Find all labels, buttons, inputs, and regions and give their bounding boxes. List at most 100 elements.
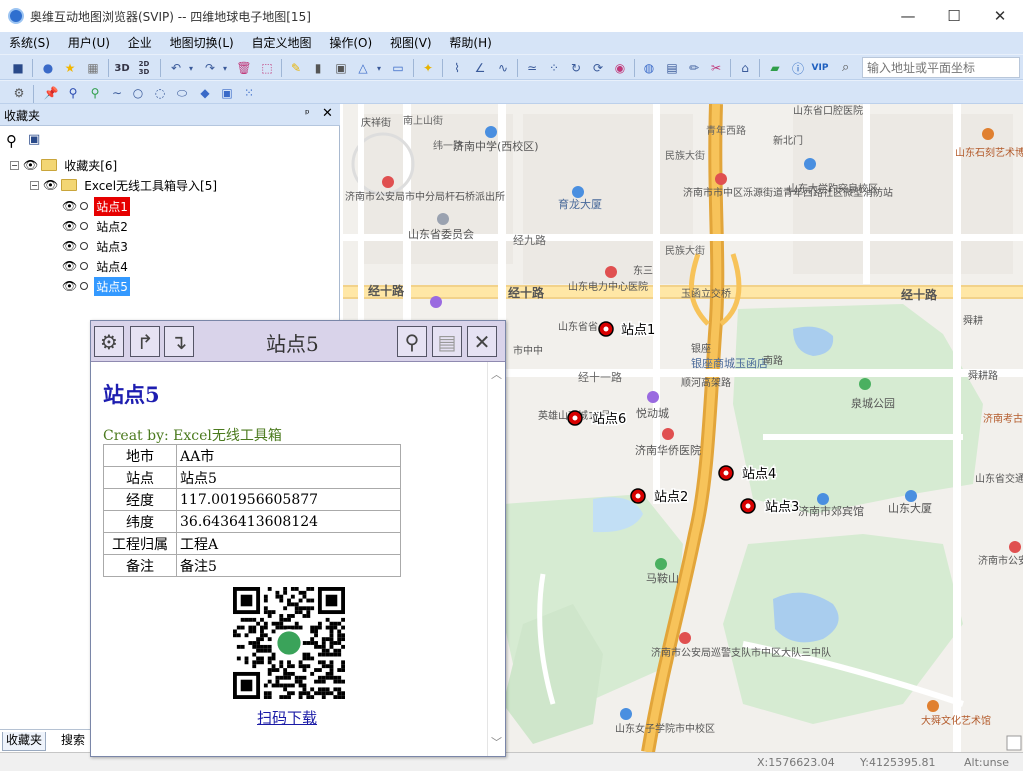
menu-help[interactable]: 帮助(H) bbox=[444, 32, 496, 54]
menu-user[interactable]: 用户(U) bbox=[63, 32, 115, 54]
building-icon[interactable]: ⌂ bbox=[736, 59, 754, 77]
pin-green-icon[interactable]: ⚲ bbox=[86, 84, 104, 102]
parallel-lines-icon[interactable]: ≃ bbox=[523, 59, 541, 77]
pin-blue-icon[interactable]: ⚲ bbox=[64, 84, 82, 102]
marker-dot-icon bbox=[80, 222, 89, 230]
rect-select-icon[interactable]: ▣ bbox=[218, 84, 236, 102]
image-icon[interactable]: ▤ bbox=[663, 59, 681, 77]
eye-icon[interactable]: 👁 bbox=[62, 199, 77, 213]
menu-system[interactable]: 系统(S) bbox=[4, 32, 55, 54]
select-box-icon[interactable]: ⬚ bbox=[258, 59, 276, 77]
site-marker-4[interactable]: 站点4 bbox=[718, 465, 778, 484]
eye-icon[interactable]: 👁 bbox=[62, 259, 77, 273]
maximize-button[interactable]: ☐ bbox=[931, 0, 977, 32]
minimize-button[interactable]: — bbox=[885, 0, 931, 32]
site-marker-3[interactable]: 站点3 bbox=[740, 498, 801, 517]
3d-view-button[interactable]: 3D bbox=[113, 59, 131, 77]
chevron-down-icon[interactable]: ▾ bbox=[216, 59, 234, 77]
main-toolbar: ■ ● ★ ▦ 3D 2D 3D ↶ ▾ ↷ ▾ 🗑 ⬚ ✎ ▮ ▣ △ ▾ ▭… bbox=[0, 54, 1023, 80]
eye-icon[interactable]: 👁 bbox=[23, 158, 38, 172]
group-icon[interactable]: ▦ bbox=[84, 59, 102, 77]
multi-select-icon[interactable]: ⁙ bbox=[240, 84, 258, 102]
star-favorites-icon[interactable]: ★ bbox=[61, 59, 79, 77]
circle-draw-icon[interactable]: ○ bbox=[129, 84, 147, 102]
arc-draw-icon[interactable]: ◌ bbox=[151, 84, 169, 102]
collapse-icon[interactable]: − bbox=[10, 160, 19, 170]
video-icon[interactable]: ▭ bbox=[389, 59, 407, 77]
eye-icon[interactable]: 👁 bbox=[62, 279, 77, 293]
info-icon[interactable]: ⓘ bbox=[789, 59, 807, 77]
scissors-icon[interactable]: ✂ bbox=[707, 59, 725, 77]
highlight-icon[interactable]: ✎ bbox=[287, 59, 305, 77]
menu-custom-map[interactable]: 自定义地图 bbox=[247, 32, 317, 54]
menu-operation[interactable]: 操作(O) bbox=[324, 32, 377, 54]
collapse-icon[interactable]: − bbox=[30, 180, 39, 190]
tree-root[interactable]: − 👁 收藏夹[6] bbox=[10, 156, 119, 174]
menu-map-switch[interactable]: 地图切换(L) bbox=[165, 32, 239, 54]
menu-bar: 系统(S) 用户(U) 企业 地图切换(L) 自定义地图 操作(O) 视图(V)… bbox=[0, 32, 1023, 54]
globe-icon[interactable]: ◍ bbox=[640, 59, 658, 77]
user-icon[interactable]: ● bbox=[39, 59, 57, 77]
tree-item-site1[interactable]: 👁 站点1 bbox=[62, 196, 130, 216]
pin-yellow-icon[interactable]: 📌 bbox=[42, 84, 60, 102]
eye-icon[interactable]: 👁 bbox=[62, 219, 77, 233]
turn-right-icon[interactable]: ↱ bbox=[130, 326, 160, 357]
vip-button[interactable]: VIP bbox=[811, 59, 829, 77]
frame-icon[interactable]: ▣ bbox=[332, 59, 350, 77]
app-window: 奥维互动地图浏览器(SVIP) -- 四维地球电子地图[15] — ☐ ✕ 系统… bbox=[0, 0, 1023, 771]
pencil-icon[interactable]: ✏ bbox=[685, 59, 703, 77]
tree-group[interactable]: − 👁 Excel无线工具箱导入[5] bbox=[30, 176, 219, 194]
menu-enterprise[interactable]: 企业 bbox=[123, 32, 157, 54]
curve-icon[interactable]: ∿ bbox=[494, 59, 512, 77]
chat-icon[interactable]: ▰ bbox=[766, 59, 784, 77]
layers-icon[interactable]: ▣ bbox=[28, 132, 40, 147]
delete-icon[interactable]: 🗑 bbox=[235, 59, 253, 77]
ellipse-draw-icon[interactable]: ⬭ bbox=[173, 84, 191, 102]
document-icon[interactable]: ▤ bbox=[432, 326, 462, 357]
turn-down-icon[interactable]: ↴ bbox=[164, 326, 194, 357]
tree-item-site4[interactable]: 👁 站点4 bbox=[62, 257, 130, 275]
diamond-draw-icon[interactable]: ◆ bbox=[196, 84, 214, 102]
menu-view[interactable]: 视图(V) bbox=[385, 32, 437, 54]
address-search-input[interactable] bbox=[862, 57, 1020, 78]
eye-icon[interactable]: 👁 bbox=[62, 239, 77, 253]
chevron-down-icon[interactable]: ▾ bbox=[182, 59, 200, 77]
line-draw-icon[interactable]: ∼ bbox=[108, 84, 126, 102]
tree-item-site2[interactable]: 👁 站点2 bbox=[62, 217, 130, 235]
tab-favorites[interactable]: 收藏夹 bbox=[2, 732, 47, 751]
site-marker-1[interactable]: 站点1 bbox=[598, 321, 657, 340]
2d-3d-toggle-button[interactable]: 2D 3D bbox=[135, 59, 153, 77]
tab-search[interactable]: 搜索 bbox=[58, 732, 88, 751]
tree-item-site5[interactable]: 👁 站点5 bbox=[62, 276, 130, 296]
points-icon[interactable]: ⁘ bbox=[545, 59, 563, 77]
close-button[interactable]: ✕ bbox=[977, 0, 1023, 32]
pin-icon[interactable]: ᵖ bbox=[305, 107, 310, 120]
popup-scrollbar[interactable]: ︿ ﹀ bbox=[487, 362, 505, 756]
chevron-down-icon[interactable]: ▾ bbox=[370, 59, 388, 77]
close-icon[interactable]: ✕ bbox=[467, 326, 497, 357]
save-icon[interactable]: ■ bbox=[9, 59, 27, 77]
chevron-up-icon[interactable]: ︿ bbox=[491, 366, 502, 382]
search-icon[interactable]: ⌕ bbox=[842, 60, 858, 76]
settings-gear-icon[interactable]: ⚙ bbox=[94, 326, 124, 357]
site-heading: 站点5 bbox=[103, 382, 160, 407]
chevron-down-icon[interactable]: ﹀ bbox=[491, 734, 502, 750]
ruler-icon[interactable]: ▮ bbox=[309, 59, 327, 77]
scan-download-link[interactable]: 扫码下载 bbox=[257, 707, 317, 728]
site-marker-2[interactable]: 站点2 bbox=[630, 488, 690, 507]
rotate-icon[interactable]: ↻ bbox=[567, 59, 585, 77]
site-marker-6[interactable]: 站点6 bbox=[567, 410, 628, 429]
settings-gear-icon[interactable]: ⚙ bbox=[10, 84, 28, 102]
map-corner-resize-icon[interactable] bbox=[1006, 735, 1022, 751]
polyline-icon[interactable]: ⌇ bbox=[448, 59, 466, 77]
search-icon[interactable]: ⚲ bbox=[397, 326, 427, 357]
star-mark-icon[interactable]: ✦ bbox=[419, 59, 437, 77]
tree-item-site3[interactable]: 👁 站点3 bbox=[62, 237, 130, 255]
tree-item-label: 站点4 bbox=[96, 259, 128, 274]
angle-icon[interactable]: ∠ bbox=[471, 59, 489, 77]
eye-icon[interactable]: 👁 bbox=[43, 178, 58, 192]
refresh-icon[interactable]: ⟳ bbox=[589, 59, 607, 77]
locate-icon[interactable]: ◉ bbox=[611, 59, 629, 77]
search-icon[interactable]: ⚲ bbox=[6, 132, 17, 150]
panel-close-button[interactable]: ✕ bbox=[322, 106, 333, 121]
